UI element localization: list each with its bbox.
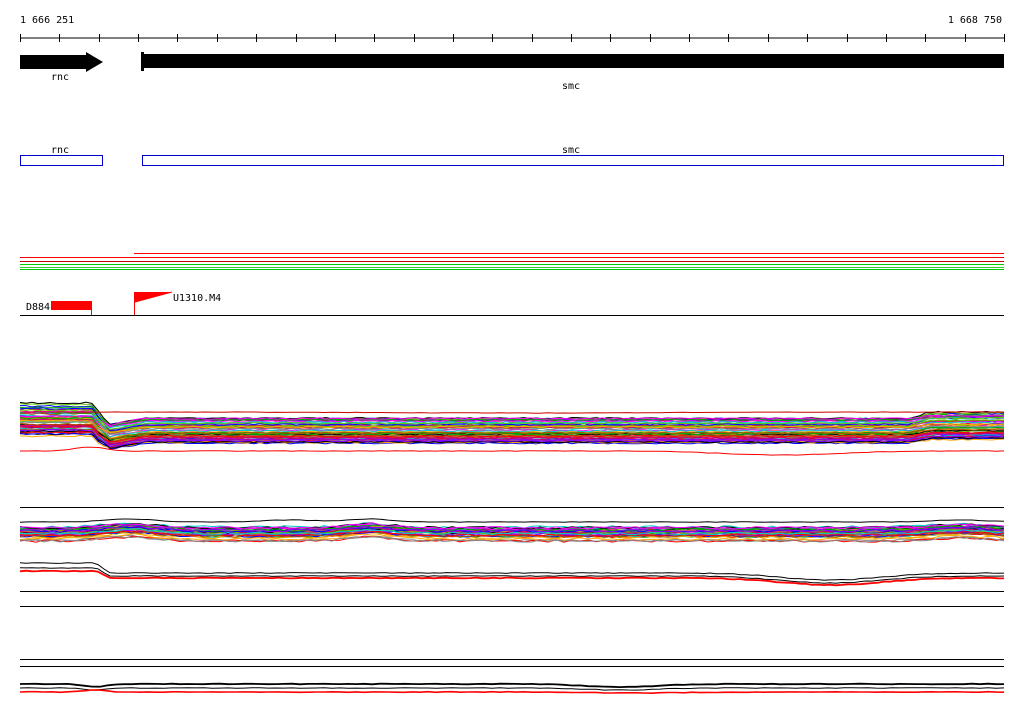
feature-label-u1310: U1310.M4 [173, 293, 221, 304]
expression-profile-line [19, 687, 1005, 691]
gene-arrow-rnc[interactable] [20, 52, 103, 72]
genome-browser-view: 1 666 251 1 668 750 rnc smc rnc smc D884… [19, 15, 1005, 695]
expression-track-bottom [19, 682, 1005, 695]
expression-track-tiling [19, 401, 1005, 456]
expression-profile-line [19, 689, 1005, 695]
cds-box-smc[interactable] [142, 155, 1004, 166]
cds-track: rnc smc [20, 145, 1004, 166]
expression-track-pair [19, 562, 1005, 587]
gene-label-rnc: rnc [51, 72, 69, 83]
ruler-start-label: 1 666 251 [20, 15, 74, 26]
expression-track-3-bounds [20, 591, 1004, 607]
expression-profile-line [19, 682, 1005, 689]
expression-track-4-bounds [20, 659, 1004, 667]
gene-bar-smc[interactable] [142, 54, 1004, 68]
expression-profile-line [19, 567, 1005, 584]
cds-box-rnc[interactable] [20, 155, 103, 166]
expression-profile-line [20, 411, 1005, 414]
expression-track-coverage [19, 518, 1005, 543]
guide-lines-track [20, 253, 1004, 270]
ruler-end-label: 1 668 750 [948, 15, 1002, 26]
gene-label-smc: smc [562, 81, 580, 92]
cds-label-smc: smc [562, 145, 580, 156]
expression-profile-line [19, 518, 1005, 523]
feature-region-d884[interactable] [51, 301, 91, 310]
coordinate-ruler: 1 666 251 1 668 750 [20, 15, 1005, 42]
expression-profile-line [20, 446, 1005, 456]
gene-track: rnc smc [20, 52, 1004, 92]
feature-track: D884 U1310.M4 [20, 291, 1004, 316]
cds-label-rnc: rnc [51, 145, 69, 156]
feature-label-d884: D884 [26, 302, 50, 313]
gene-bar-smc-start-tick [141, 52, 144, 71]
